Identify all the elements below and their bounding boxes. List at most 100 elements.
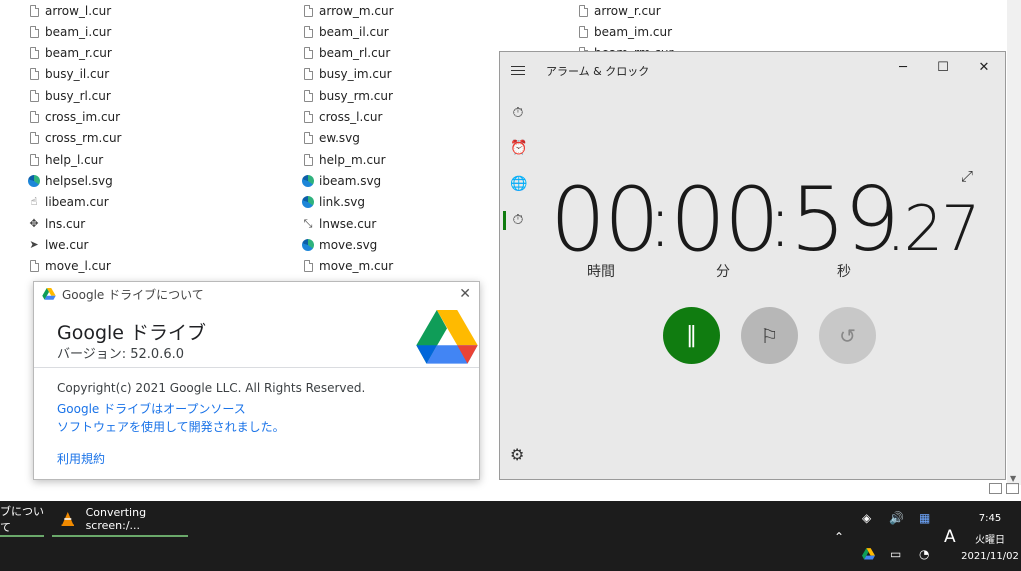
close-icon[interactable]: ✕ xyxy=(459,286,471,302)
volume-icon[interactable]: 🔊 xyxy=(889,511,904,525)
settings-gear-icon[interactable]: ⚙ xyxy=(510,445,524,464)
file-list-item[interactable]: arrow_l.cur xyxy=(28,0,111,21)
file-list-item[interactable]: ➤ lwe.cur xyxy=(28,234,88,255)
file-list-item[interactable]: ibeam.svg xyxy=(302,170,381,191)
divider xyxy=(34,367,479,368)
seconds-unit-label: 秒 xyxy=(837,264,851,280)
explorer-scrollbar[interactable]: ▼ xyxy=(1007,0,1021,485)
file-list-item[interactable]: busy_rl.cur xyxy=(28,85,111,106)
file-list-item[interactable]: cross_rm.cur xyxy=(28,128,121,149)
clock-time[interactable]: 7:45 xyxy=(966,513,1014,524)
file-list-item[interactable]: ew.svg xyxy=(302,128,360,149)
edge-browser-icon xyxy=(302,174,314,187)
maximize-icon[interactable]: ☐ xyxy=(931,58,955,78)
open-source-link[interactable]: Google ドライブはオープンソース xyxy=(57,400,246,417)
file-list-item[interactable]: beam_rl.cur xyxy=(302,43,390,64)
file-icon xyxy=(578,4,588,17)
file-icon xyxy=(29,4,39,17)
copyright-text: Copyright(c) 2021 Google LLC. All Rights… xyxy=(57,381,366,395)
file-icon xyxy=(29,260,39,273)
details-view-icon[interactable] xyxy=(989,483,1002,494)
minimize-icon[interactable]: ─ xyxy=(891,58,915,78)
file-list-item[interactable]: arrow_m.cur xyxy=(302,0,394,21)
file-name: busy_im.cur xyxy=(319,67,392,82)
close-icon[interactable]: ✕ xyxy=(972,58,996,78)
file-list-item[interactable]: move_m.cur xyxy=(302,256,393,277)
scroll-down-arrow-icon[interactable]: ▼ xyxy=(1010,474,1016,483)
terms-of-service-link[interactable]: 利用規約 xyxy=(57,450,105,467)
file-list-item[interactable]: arrow_r.cur xyxy=(577,0,661,21)
stopwatch-icon[interactable]: ⏱ xyxy=(510,212,526,228)
taskbar: ブについて Converting screen:/... ◈ 🔊 ▦ ⌃ A ▭… xyxy=(0,501,1021,571)
file-list-item[interactable]: ⤡ lnwse.cur xyxy=(302,213,377,234)
google-drive-tray-icon[interactable] xyxy=(862,548,875,560)
vlc-cone-icon xyxy=(61,511,75,527)
file-list-item[interactable]: ☝ libeam.cur xyxy=(28,192,109,213)
file-name: help_m.cur xyxy=(319,152,386,167)
minutes-display: 00 xyxy=(670,168,780,271)
file-list-item[interactable]: link.svg xyxy=(302,192,365,213)
file-list-item[interactable]: helpsel.svg xyxy=(28,170,113,191)
seconds-display: 59 xyxy=(790,168,900,271)
file-icon xyxy=(29,25,39,38)
file-list-item[interactable]: cross_im.cur xyxy=(28,107,120,128)
clock-day[interactable]: 火曜日 xyxy=(966,531,1014,546)
file-name: beam_im.cur xyxy=(594,24,673,39)
file-list-item[interactable]: beam_il.cur xyxy=(302,21,389,42)
file-list-item[interactable]: move.svg xyxy=(302,234,377,255)
file-icon xyxy=(303,153,313,166)
taskbar-item-vlc[interactable]: Converting screen:/... xyxy=(52,501,188,537)
expand-icon[interactable]: ⤢ xyxy=(961,167,973,185)
file-list-item[interactable]: help_m.cur xyxy=(302,149,386,170)
file-list-item[interactable]: busy_il.cur xyxy=(28,64,109,85)
file-icon xyxy=(578,25,588,38)
file-list-item[interactable]: cross_l.cur xyxy=(302,107,382,128)
file-name: beam_r.cur xyxy=(45,46,112,61)
file-name: busy_rl.cur xyxy=(45,88,111,103)
pause-button[interactable]: ‖ xyxy=(663,307,720,364)
ime-icon[interactable]: ▦ xyxy=(919,511,930,525)
dropbox-icon[interactable]: ◈ xyxy=(862,511,871,525)
diagonal-resize-cursor-icon: ⤡ xyxy=(303,216,313,230)
clock-date[interactable]: 2021/11/02 xyxy=(960,551,1020,562)
file-list-item[interactable]: beam_im.cur xyxy=(577,21,672,42)
reset-button[interactable]: ↺ xyxy=(819,307,876,364)
file-name: helpsel.svg xyxy=(45,173,113,188)
open-source-link-line2[interactable]: ソフトウェアを使用して開発されました。 xyxy=(57,418,285,435)
file-icon xyxy=(29,68,39,81)
alarm-icon[interactable]: ⏰ xyxy=(510,140,527,156)
pause-icon: ‖ xyxy=(686,323,697,348)
battery-icon[interactable]: ▭ xyxy=(890,547,901,561)
file-list-item[interactable]: ✥ lns.cur xyxy=(28,213,85,234)
file-icon xyxy=(303,132,313,145)
file-list-item[interactable]: help_l.cur xyxy=(28,149,103,170)
file-name: cross_l.cur xyxy=(319,110,383,124)
world-clock-icon[interactable]: 🌐 xyxy=(510,176,527,192)
minutes-unit-label: 分 xyxy=(716,264,730,280)
file-name: move.svg xyxy=(319,237,378,252)
edge-browser-icon xyxy=(302,238,314,251)
file-list-item[interactable]: beam_r.cur xyxy=(28,43,112,64)
file-list-item[interactable]: busy_im.cur xyxy=(302,64,392,85)
timer-icon[interactable]: ⏱ xyxy=(510,105,526,121)
file-list-item[interactable]: busy_rm.cur xyxy=(302,85,393,106)
hamburger-menu-icon[interactable] xyxy=(511,66,525,78)
dialog-title: Google ドライブについて xyxy=(62,287,204,302)
wifi-icon[interactable]: ◔ xyxy=(919,547,929,561)
edge-browser-icon xyxy=(28,174,40,187)
taskbar-item-drive-dialog[interactable]: ブについて xyxy=(0,501,44,537)
file-icon xyxy=(303,68,313,81)
file-icon xyxy=(303,89,313,102)
hand-cursor-icon: ☝ xyxy=(30,195,38,209)
file-list-item[interactable]: move_l.cur xyxy=(28,256,111,277)
ime-mode-indicator[interactable]: A xyxy=(944,527,956,547)
show-hidden-icons-chevron-icon[interactable]: ⌃ xyxy=(834,530,844,544)
large-icons-view-icon[interactable] xyxy=(1006,483,1019,494)
flag-icon: ⚐ xyxy=(760,323,779,348)
file-list-item[interactable]: beam_i.cur xyxy=(28,21,111,42)
lap-button[interactable]: ⚐ xyxy=(741,307,798,364)
file-name: ibeam.svg xyxy=(319,173,382,188)
file-icon xyxy=(29,47,39,60)
google-drive-large-logo-icon xyxy=(416,310,478,364)
file-icon xyxy=(303,260,313,273)
